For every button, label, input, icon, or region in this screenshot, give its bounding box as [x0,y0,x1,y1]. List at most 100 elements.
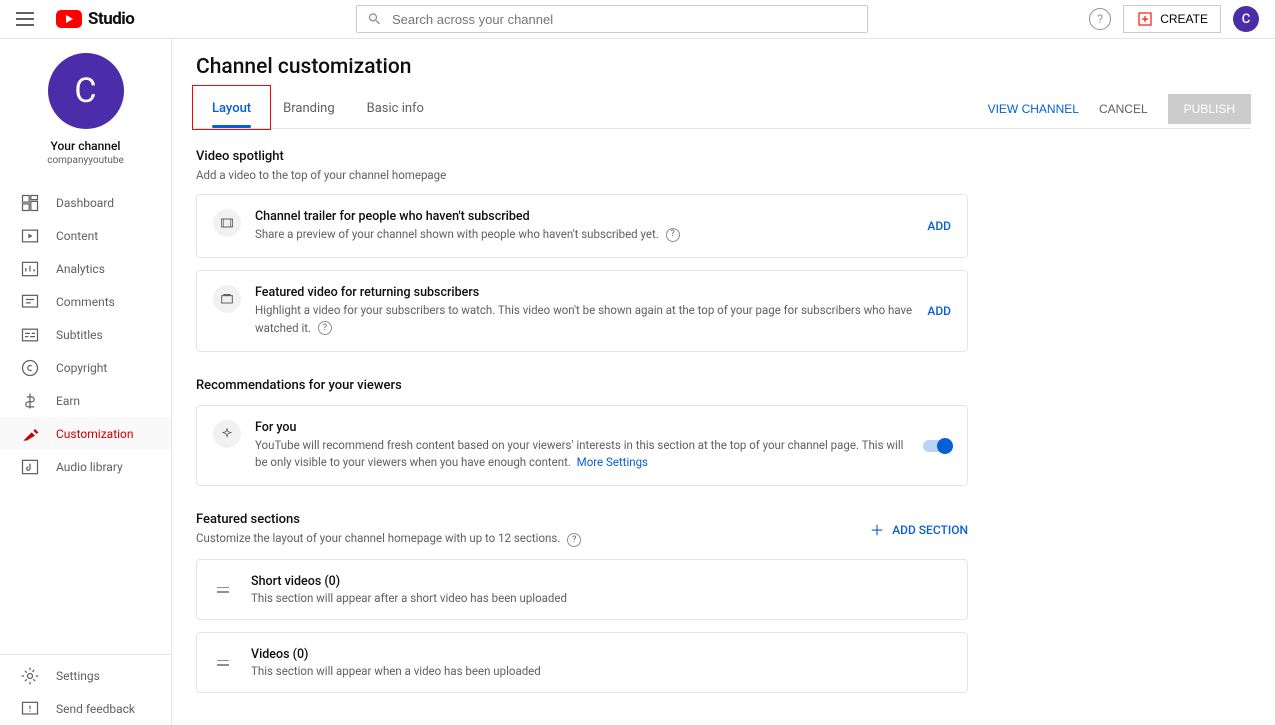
more-settings-link[interactable]: More Settings [577,455,648,469]
gear-icon [20,666,40,686]
logo-text: Studio [88,9,134,29]
sidebar-item-analytics[interactable]: Analytics [0,252,171,285]
card-title: Featured video for returning subscribers [255,285,913,300]
youtube-play-icon [56,10,82,28]
sidebar-item-audio-library[interactable]: Audio library [0,450,171,483]
help-icon[interactable]: ? [567,533,581,547]
subtitles-icon [20,325,40,345]
featured-row[interactable]: Videos (0) This section will appear when… [196,632,968,693]
sidebar-item-label: Audio library [56,460,123,474]
search-icon [367,11,382,27]
sidebar-item-label: Settings [56,669,100,683]
video-spotlight-section: Video spotlight Add a video to the top o… [196,149,968,352]
tab-layout[interactable]: Layout [196,89,267,128]
sidebar-item-comments[interactable]: Comments [0,285,171,318]
drag-handle-icon[interactable] [213,660,233,666]
section-desc: Add a video to the top of your channel h… [196,168,968,182]
tab-label: Basic info [367,101,424,116]
row-desc: This section will appear after a short v… [251,591,567,605]
featured-icon [213,285,241,313]
row-title: Videos (0) [251,647,541,662]
help-icon[interactable]: ? [318,321,332,335]
section-title: Recommendations for your viewers [196,378,968,393]
featured-sections-section: Featured sections Customize the layout o… [196,512,968,693]
channel-avatar[interactable]: C [48,53,124,129]
sidebar: C Your channel companyyoutube Dashboard … [0,39,172,725]
row-desc: This section will appear when a video ha… [251,664,541,678]
create-plus-icon [1136,10,1154,28]
sidebar-item-label: Content [56,229,98,243]
create-label: CREATE [1160,12,1208,26]
card-body: Featured video for returning subscribers… [255,285,913,337]
featured-row[interactable]: Short videos (0) This section will appea… [196,559,968,620]
sidebar-item-copyright[interactable]: Copyright [0,351,171,384]
for-you-card: For you YouTube will recommend fresh con… [196,405,968,487]
dashboard-icon [20,193,40,213]
publish-button[interactable]: PUBLISH [1168,94,1251,124]
sidebar-item-feedback[interactable]: Send feedback [0,692,171,725]
sidebar-item-label: Earn [56,394,80,408]
trailer-icon [213,209,241,237]
section-title: Video spotlight [196,149,968,164]
recommendations-section: Recommendations for your viewers For you… [196,378,968,487]
audio-library-icon [20,457,40,477]
analytics-icon [20,259,40,279]
plus-icon [868,521,886,539]
search-container [134,5,1089,33]
tab-basic-info[interactable]: Basic info [351,89,440,128]
card-body: For you YouTube will recommend fresh con… [255,420,909,472]
app-header: Studio ? CREATE C [0,0,1275,39]
sidebar-item-label: Subtitles [56,328,103,342]
card-desc: Highlight a video for your subscribers t… [255,302,913,337]
tabs: Layout Branding Basic info [196,89,440,128]
card-desc: Share a preview of your channel shown wi… [255,226,913,243]
sidebar-item-dashboard[interactable]: Dashboard [0,186,171,219]
channel-name: Your channel [51,139,121,153]
page-header: Channel customization Layout Branding Ba… [172,39,1275,129]
row-title: Short videos (0) [251,574,567,589]
logo[interactable]: Studio [56,9,134,29]
feedback-icon [20,699,40,719]
help-icon[interactable]: ? [666,228,680,242]
sidebar-item-earn[interactable]: Earn [0,384,171,417]
sidebar-item-label: Comments [56,295,115,309]
sidebar-item-customization[interactable]: Customization [0,417,171,450]
sidebar-item-subtitles[interactable]: Subtitles [0,318,171,351]
search-box[interactable] [356,5,868,33]
sparkle-icon [213,420,241,448]
add-featured-button[interactable]: ADD [927,304,951,318]
page-title: Channel customization [196,55,1251,79]
add-section-button[interactable]: ADD SECTION [868,521,968,539]
tab-branding[interactable]: Branding [267,89,350,128]
channel-profile: C Your channel companyyoutube [0,53,171,166]
cancel-button[interactable]: CANCEL [1099,102,1148,116]
card-body: Channel trailer for people who haven't s… [255,209,913,243]
user-avatar[interactable]: C [1233,6,1259,32]
tab-label: Layout [212,101,251,116]
trailer-card: Channel trailer for people who haven't s… [196,194,968,258]
drag-handle-icon[interactable] [213,587,233,593]
add-trailer-button[interactable]: ADD [927,219,951,233]
header-actions: ? CREATE C [1089,5,1259,33]
sidebar-item-content[interactable]: Content [0,219,171,252]
for-you-toggle[interactable] [923,440,951,452]
channel-handle: companyyoutube [47,155,124,166]
section-desc: Customize the layout of your channel hom… [196,531,581,547]
sidebar-item-label: Copyright [56,361,107,375]
search-input[interactable] [392,12,857,27]
menu-icon[interactable] [16,7,40,31]
help-icon[interactable]: ? [1089,8,1111,30]
content-body: Video spotlight Add a video to the top o… [172,129,992,725]
comments-icon [20,292,40,312]
sidebar-item-label: Customization [56,427,134,441]
sidebar-item-label: Dashboard [56,196,114,210]
sidebar-nav: Dashboard Content Analytics Comments Sub… [0,186,171,654]
page-actions: VIEW CHANNEL CANCEL PUBLISH [988,94,1251,124]
main-content: Channel customization Layout Branding Ba… [172,39,1275,725]
create-button[interactable]: CREATE [1123,5,1221,33]
sidebar-bottom: Settings Send feedback [0,654,171,725]
tab-label: Branding [283,101,334,116]
customization-icon [20,424,40,444]
view-channel-button[interactable]: VIEW CHANNEL [988,102,1079,116]
sidebar-item-settings[interactable]: Settings [0,659,171,692]
